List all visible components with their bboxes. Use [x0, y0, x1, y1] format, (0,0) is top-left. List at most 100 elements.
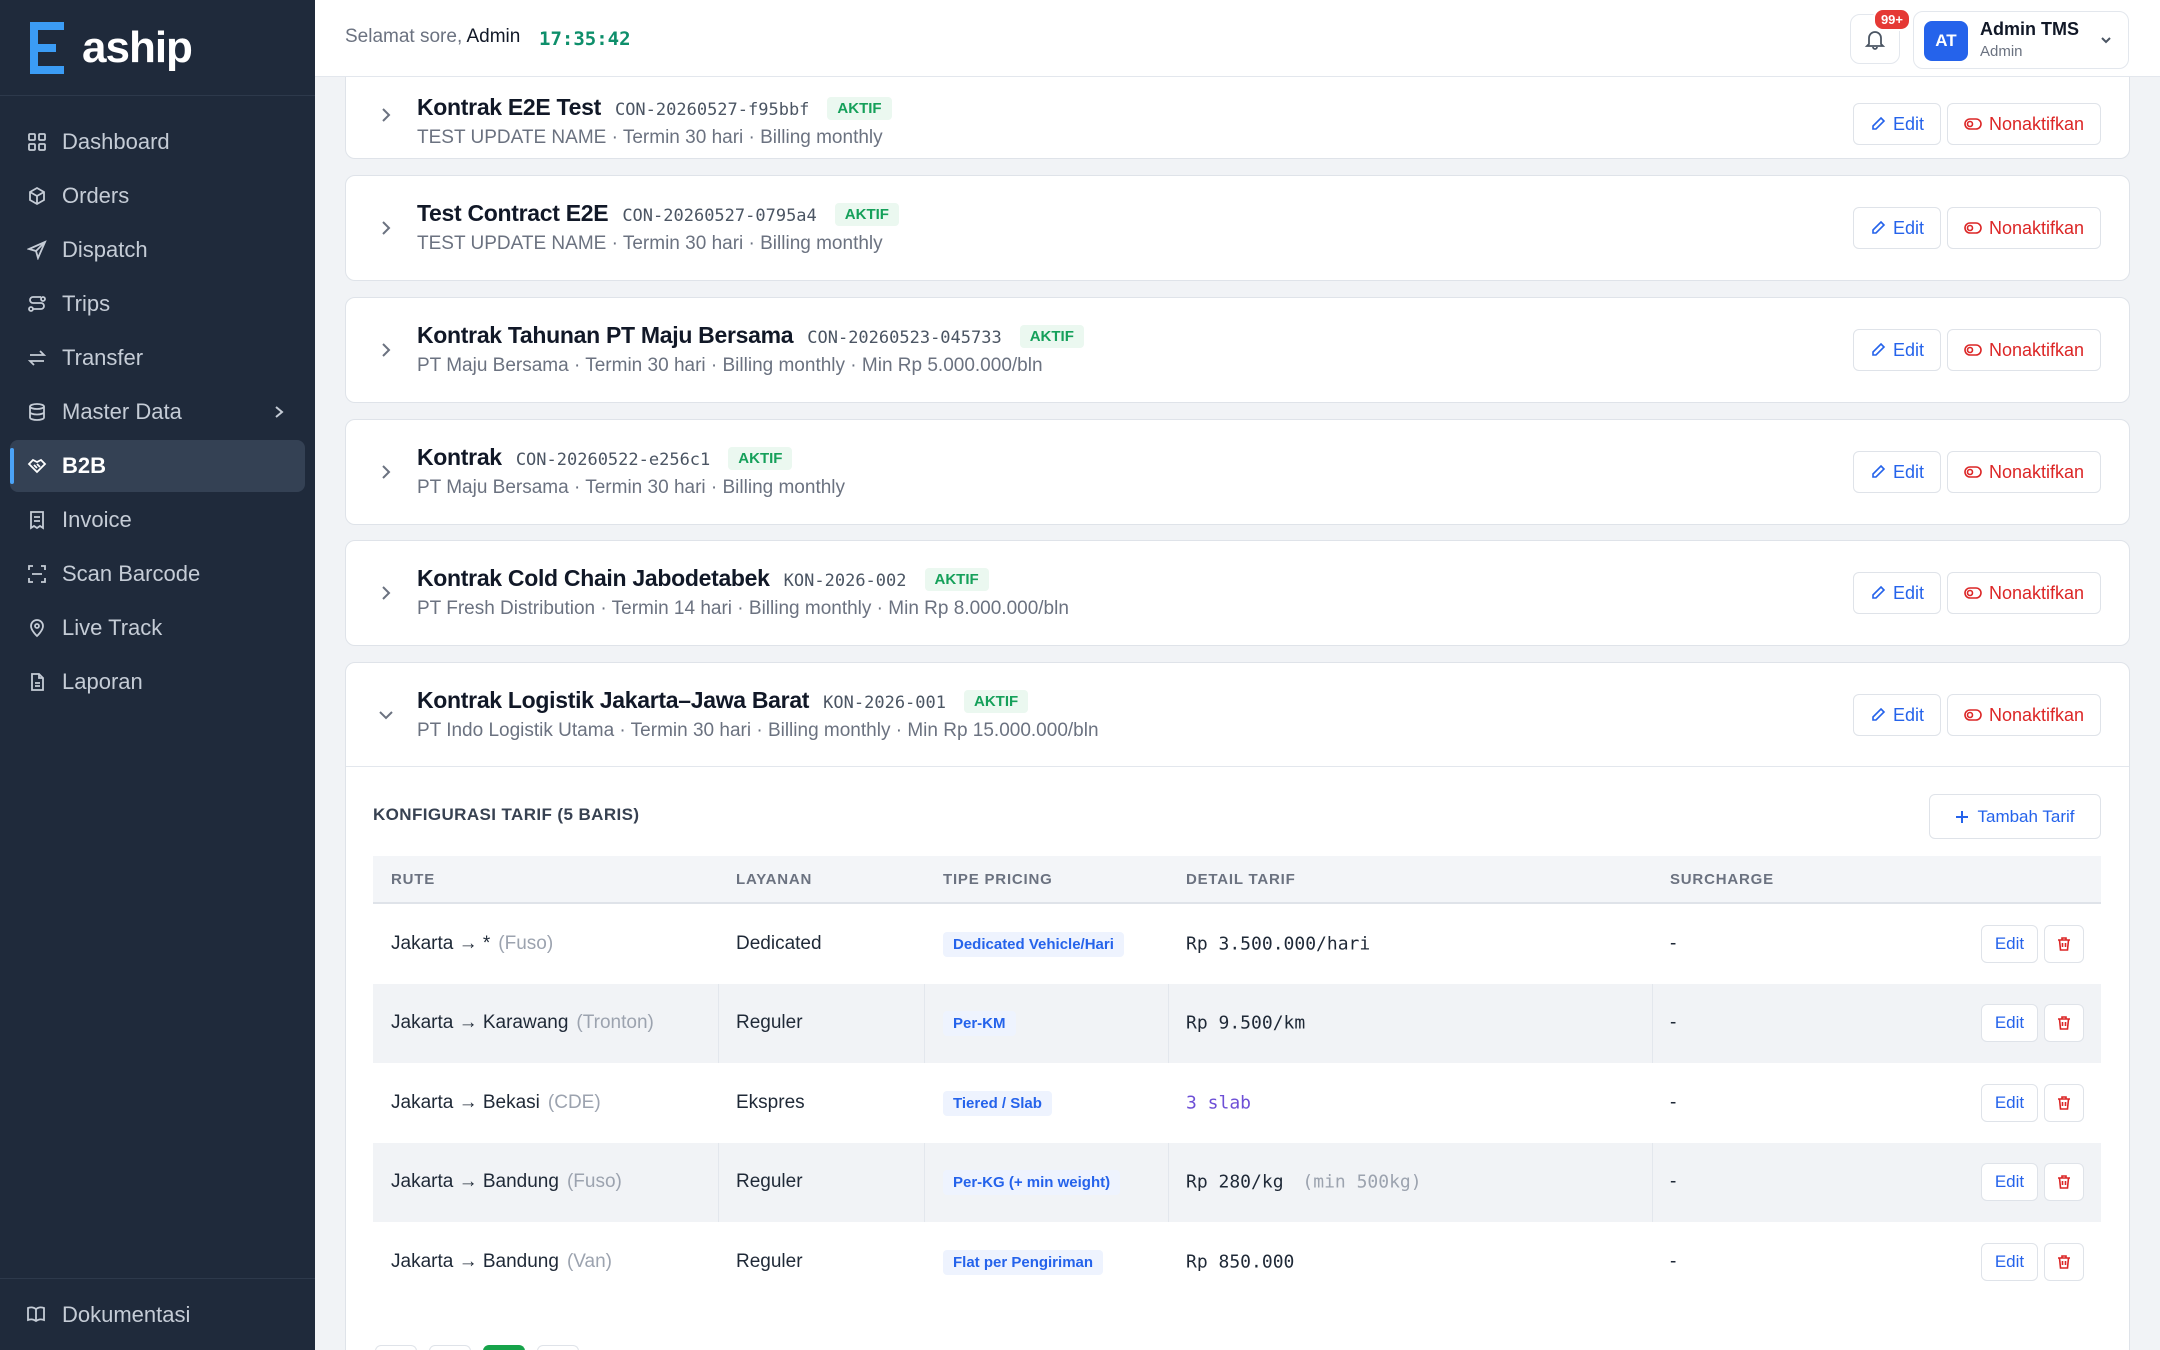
- pencil-icon: [1872, 464, 1886, 478]
- chevron-right-icon[interactable]: [376, 583, 396, 603]
- service-cell: Reguler: [736, 1171, 803, 1193]
- row-edit-button[interactable]: Edit: [1981, 924, 2038, 963]
- delete-button[interactable]: [2044, 1004, 2084, 1043]
- map-pin-icon: [26, 617, 48, 639]
- detail-text: Rp 850.000: [1186, 1251, 1295, 1273]
- toggle-off-icon: [1964, 709, 1982, 721]
- add-tariff-label: Tambah Tarif: [1977, 806, 2075, 826]
- detail-cell[interactable]: 3 slab: [1186, 1092, 1251, 1113]
- route-cell: Jakarta → Bekasi (CDE): [391, 1092, 601, 1114]
- column-header: LAYANAN: [736, 871, 813, 888]
- chevron-right-icon[interactable]: [376, 340, 396, 360]
- delete-button[interactable]: [2044, 1083, 2084, 1122]
- route-icon: [26, 293, 48, 315]
- slab-link[interactable]: 3 slab: [1186, 1092, 1251, 1113]
- sidebar-item-label: Invoice: [62, 507, 132, 532]
- sidebar-item-live-track[interactable]: Live Track: [10, 602, 305, 654]
- sidebar-item-b2b[interactable]: B2B: [10, 440, 305, 492]
- sidebar-item-orders[interactable]: Orders: [10, 170, 305, 222]
- notification-badge: 99+: [1872, 8, 1911, 31]
- delete-button[interactable]: [2044, 1163, 2084, 1202]
- contract-title: Kontrak E2E Test CON-20260527-f95bbf AKTIF: [417, 94, 892, 121]
- user-menu[interactable]: AT Admin TMS Admin: [1913, 11, 2129, 69]
- add-tariff-button[interactable]: Tambah Tarif: [1929, 794, 2101, 839]
- chevron-right-icon[interactable]: [376, 462, 396, 482]
- deactivate-button[interactable]: Nonaktifkan: [1947, 207, 2101, 249]
- service-cell: Reguler: [736, 1250, 803, 1272]
- deactivate-button[interactable]: Nonaktifkan: [1947, 694, 2101, 736]
- route-cell: Jakarta → Bandung (Fuso): [391, 1171, 622, 1193]
- row-edit-button[interactable]: Edit: [1981, 1163, 2038, 1202]
- toggle-off-icon: [1964, 587, 1982, 599]
- page-button-active[interactable]: [483, 1345, 525, 1350]
- chevron-down-icon: [2098, 32, 2114, 53]
- notification-button[interactable]: 99+: [1850, 8, 1911, 64]
- edit-button[interactable]: Edit: [1853, 103, 1941, 145]
- edit-label: Edit: [1892, 113, 1925, 134]
- trash-icon: [2058, 1095, 2070, 1110]
- edit-button[interactable]: Edit: [1853, 572, 1941, 614]
- contract-title: Kontrak Logistik Jakarta–Jawa Barat KON-2…: [417, 687, 1029, 714]
- sidebar-item-label: Orders: [62, 183, 130, 208]
- page-button[interactable]: [429, 1345, 471, 1350]
- pencil-icon: [1872, 585, 1886, 599]
- contract-name: Kontrak E2E Test: [417, 94, 601, 120]
- sidebar-item-master-data[interactable]: Master Data: [10, 386, 305, 438]
- edit-button[interactable]: Edit: [1853, 451, 1941, 493]
- contract-subtitle: TEST UPDATE NAME · Termin 30 hari · Bill…: [417, 127, 883, 148]
- sidebar-item-trips[interactable]: Trips: [10, 278, 305, 330]
- scan-icon: [26, 563, 48, 585]
- delete-button[interactable]: [2044, 924, 2084, 963]
- status-badge: AKTIF: [834, 203, 899, 226]
- page-button[interactable]: [375, 1345, 417, 1350]
- table-row: Jakarta → Bandung (Fuso) Reguler Per-KG (…: [373, 1142, 2101, 1222]
- status-badge: AKTIF: [728, 447, 793, 470]
- sidebar-item-invoice[interactable]: Invoice: [10, 494, 305, 546]
- chevron-right-icon[interactable]: [376, 105, 396, 125]
- row-edit-button[interactable]: Edit: [1981, 1004, 2038, 1043]
- toggle-off-icon: [1964, 466, 1982, 478]
- route-cell: Jakarta → Bandung (Van): [391, 1251, 612, 1273]
- contract-card: Test Contract E2E CON-20260527-0795a4 AKTI…: [345, 175, 2130, 281]
- pricing-badge: Flat per Pengiriman: [943, 1249, 1104, 1275]
- brand-logo[interactable]: aship: [0, 0, 315, 96]
- chevron-down-icon[interactable]: [376, 705, 396, 725]
- detail-cell: Rp 850.000: [1186, 1251, 1294, 1272]
- deactivate-button[interactable]: Nonaktifkan: [1947, 451, 2101, 493]
- detail-note: (min 500kg): [1302, 1171, 1422, 1193]
- pencil-icon: [1872, 116, 1886, 130]
- sidebar-item-label: Dispatch: [62, 237, 148, 262]
- sidebar-item-dokumentasi[interactable]: Dokumentasi: [0, 1278, 315, 1350]
- row-edit-button[interactable]: Edit: [1981, 1242, 2038, 1281]
- table-row: Jakarta → Bekasi (CDE) Ekspres Tiered / S…: [373, 1063, 2101, 1143]
- user-role: Admin: [1980, 43, 2023, 60]
- sidebar-nav: Dashboard Orders Dispatch Trips Transfer…: [0, 96, 315, 708]
- page-button[interactable]: [537, 1345, 579, 1350]
- surcharge-cell: -: [1670, 1171, 1677, 1193]
- row-edit-button[interactable]: Edit: [1981, 1083, 2038, 1122]
- contract-code: CON-20260522-e256c1: [515, 450, 711, 470]
- tariff-section-title: KONFIGURASI TARIF (5 BARIS): [373, 805, 640, 824]
- deactivate-button[interactable]: Nonaktifkan: [1947, 572, 2101, 614]
- delete-button[interactable]: [2044, 1242, 2084, 1281]
- contract-subtitle: PT Maju Bersama · Termin 30 hari · Billi…: [417, 355, 1043, 376]
- sidebar-item-dashboard[interactable]: Dashboard: [10, 116, 305, 168]
- edit-label: Edit: [1892, 339, 1925, 360]
- pagination: [375, 1345, 579, 1350]
- edit-button[interactable]: Edit: [1853, 694, 1941, 736]
- detail-text: Rp 9.500/km: [1186, 1012, 1306, 1034]
- deactivate-button[interactable]: Nonaktifkan: [1947, 103, 2101, 145]
- sidebar-item-transfer[interactable]: Transfer: [10, 332, 305, 384]
- greeting: Selamat sore, Admin: [345, 26, 520, 48]
- status-badge: AKTIF: [964, 690, 1029, 713]
- contract-header[interactable]: Kontrak Logistik Jakarta–Jawa Barat KON-2…: [346, 663, 2129, 767]
- sidebar-item-label: Master Data: [62, 399, 182, 424]
- sidebar-item-dispatch[interactable]: Dispatch: [10, 224, 305, 276]
- sidebar-item-scan-barcode[interactable]: Scan Barcode: [10, 548, 305, 600]
- sidebar-item-label: Transfer: [62, 345, 144, 370]
- edit-button[interactable]: Edit: [1853, 207, 1941, 249]
- deactivate-button[interactable]: Nonaktifkan: [1947, 329, 2101, 371]
- edit-button[interactable]: Edit: [1853, 329, 1941, 371]
- sidebar-item-laporan[interactable]: Laporan: [10, 656, 305, 708]
- chevron-right-icon[interactable]: [376, 218, 396, 238]
